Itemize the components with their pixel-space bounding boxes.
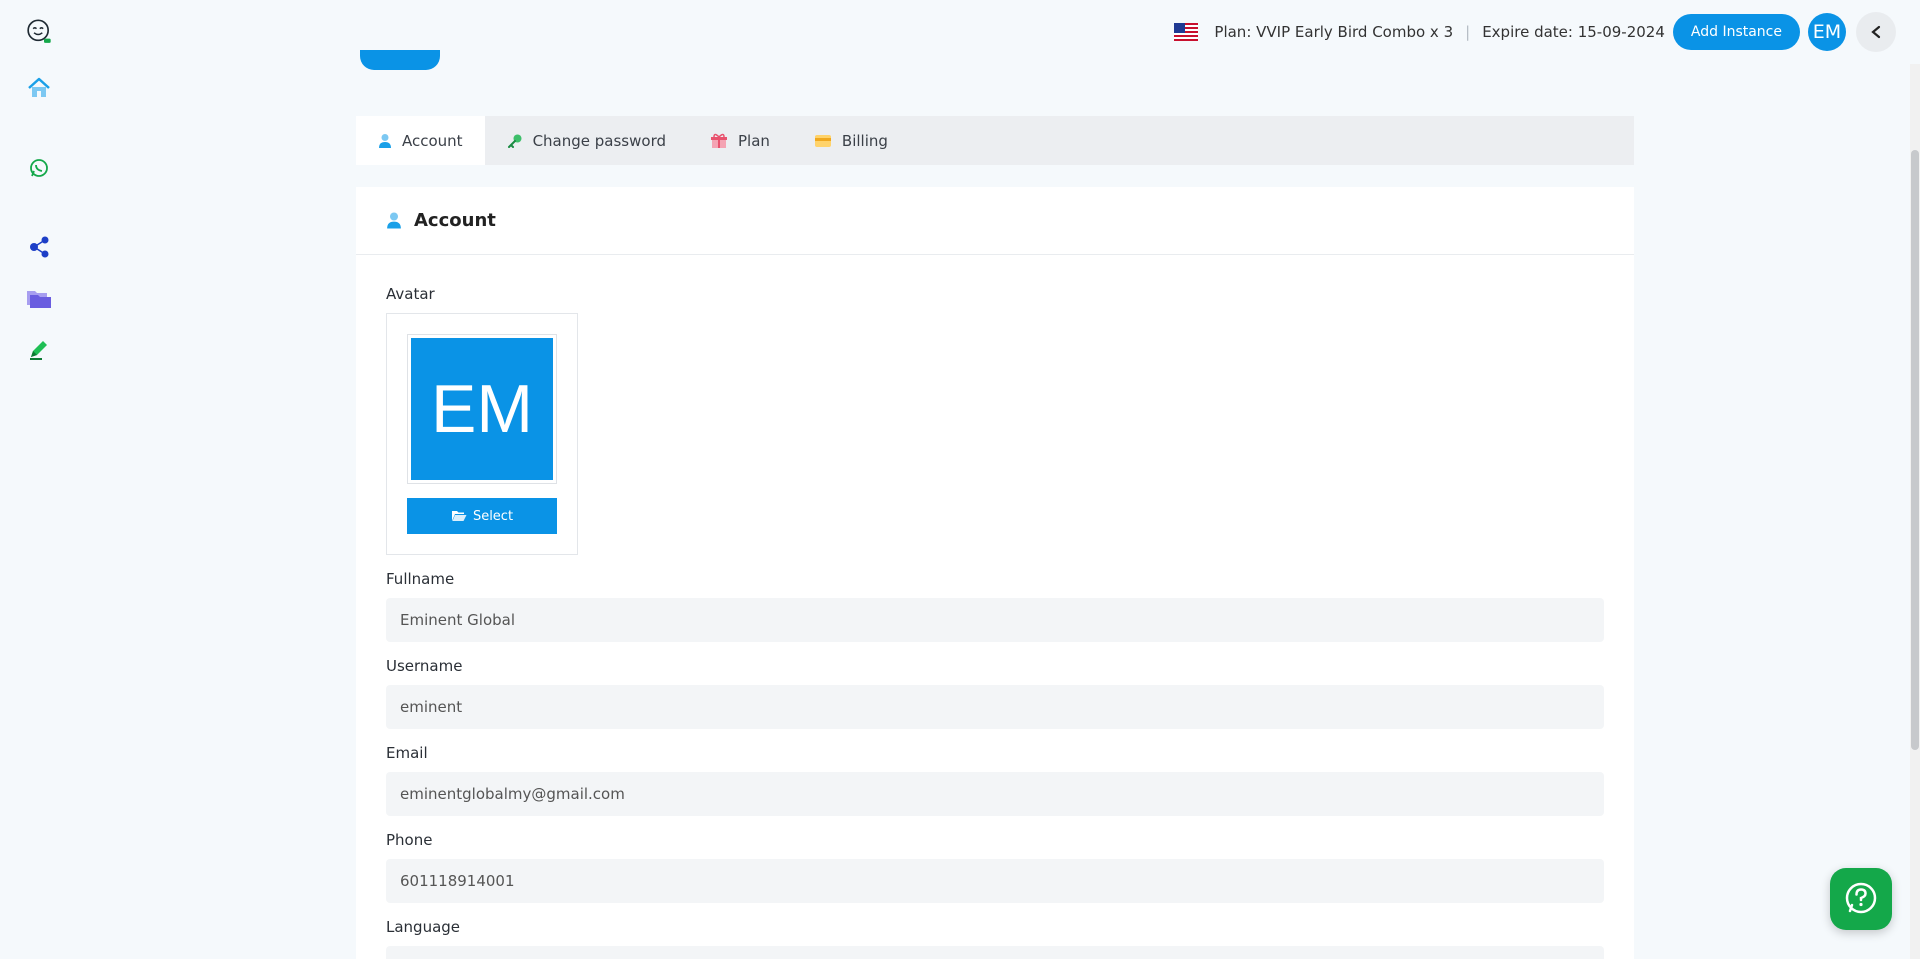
tab-account[interactable]: Account: [356, 116, 485, 165]
select-label: Select: [472, 508, 514, 524]
partial-button[interactable]: [360, 50, 440, 70]
user-avatar[interactable]: EM: [1808, 13, 1846, 51]
card-title: Account: [414, 210, 496, 231]
collapse-button[interactable]: [1856, 12, 1896, 52]
share-icon[interactable]: [24, 232, 54, 262]
tab-label: Billing: [841, 131, 888, 150]
tab-billing[interactable]: Billing: [792, 116, 910, 165]
phone-group: Phone: [386, 831, 1604, 903]
card-icon: [814, 134, 831, 147]
help-chat-icon: [1845, 882, 1877, 914]
tab-label: Account: [402, 131, 463, 150]
card-header: Account: [356, 187, 1634, 255]
fullname-label: Fullname: [386, 570, 455, 588]
email-group: Email: [386, 744, 1604, 816]
chevron-left-icon: [1871, 25, 1881, 39]
avatar-uploader: EM Select: [386, 313, 578, 555]
avatar-image: EM: [411, 338, 553, 480]
account-card: Account Avatar EM Select Fullname Userna…: [356, 187, 1634, 959]
add-instance-button[interactable]: Add Instance: [1672, 14, 1800, 50]
language-label: Language: [386, 918, 461, 936]
folder-icon[interactable]: [24, 283, 54, 313]
pen-icon[interactable]: [24, 334, 54, 364]
expire-date-label: Expire date: 15-09-2024: [1482, 23, 1665, 41]
language-select[interactable]: [386, 946, 1604, 959]
header-separator: |: [1465, 23, 1471, 41]
avatar-preview: EM: [407, 334, 557, 484]
user-icon: [379, 133, 391, 148]
email-input[interactable]: [386, 772, 1604, 816]
user-icon: [387, 212, 401, 229]
key-icon: [507, 134, 522, 148]
sidebar: [0, 0, 78, 959]
username-label: Username: [386, 657, 463, 675]
tab-label: Plan: [738, 131, 770, 150]
tab-label: Change password: [532, 131, 666, 150]
tab-plan[interactable]: Plan: [688, 116, 792, 165]
username-input[interactable]: [386, 685, 1604, 729]
whatsapp-icon[interactable]: [24, 153, 54, 183]
logo-icon[interactable]: [24, 17, 54, 47]
home-icon[interactable]: [24, 73, 54, 103]
fullname-group: Fullname: [386, 570, 1604, 642]
us-flag-icon[interactable]: [1174, 23, 1199, 41]
help-chat-button[interactable]: [1830, 868, 1892, 930]
tab-change-password[interactable]: Change password: [485, 116, 688, 165]
language-group: Language: [386, 918, 1604, 959]
fullname-input[interactable]: [386, 598, 1604, 642]
gift-icon: [711, 133, 727, 148]
username-group: Username: [386, 657, 1604, 729]
email-label: Email: [386, 744, 428, 762]
folder-open-icon: [451, 511, 467, 521]
phone-input[interactable]: [386, 859, 1604, 903]
top-bar: Plan: VVIP Early Bird Combo x 3 | Expire…: [78, 0, 1920, 64]
profile-tabs: Account Change password Plan Billing: [356, 116, 1634, 165]
plan-label: Plan: VVIP Early Bird Combo x 3: [1214, 23, 1454, 41]
scrollbar-thumb[interactable]: [1911, 150, 1919, 750]
phone-label: Phone: [386, 831, 433, 849]
select-avatar-button[interactable]: Select: [407, 498, 557, 534]
avatar-label: Avatar: [386, 285, 435, 303]
